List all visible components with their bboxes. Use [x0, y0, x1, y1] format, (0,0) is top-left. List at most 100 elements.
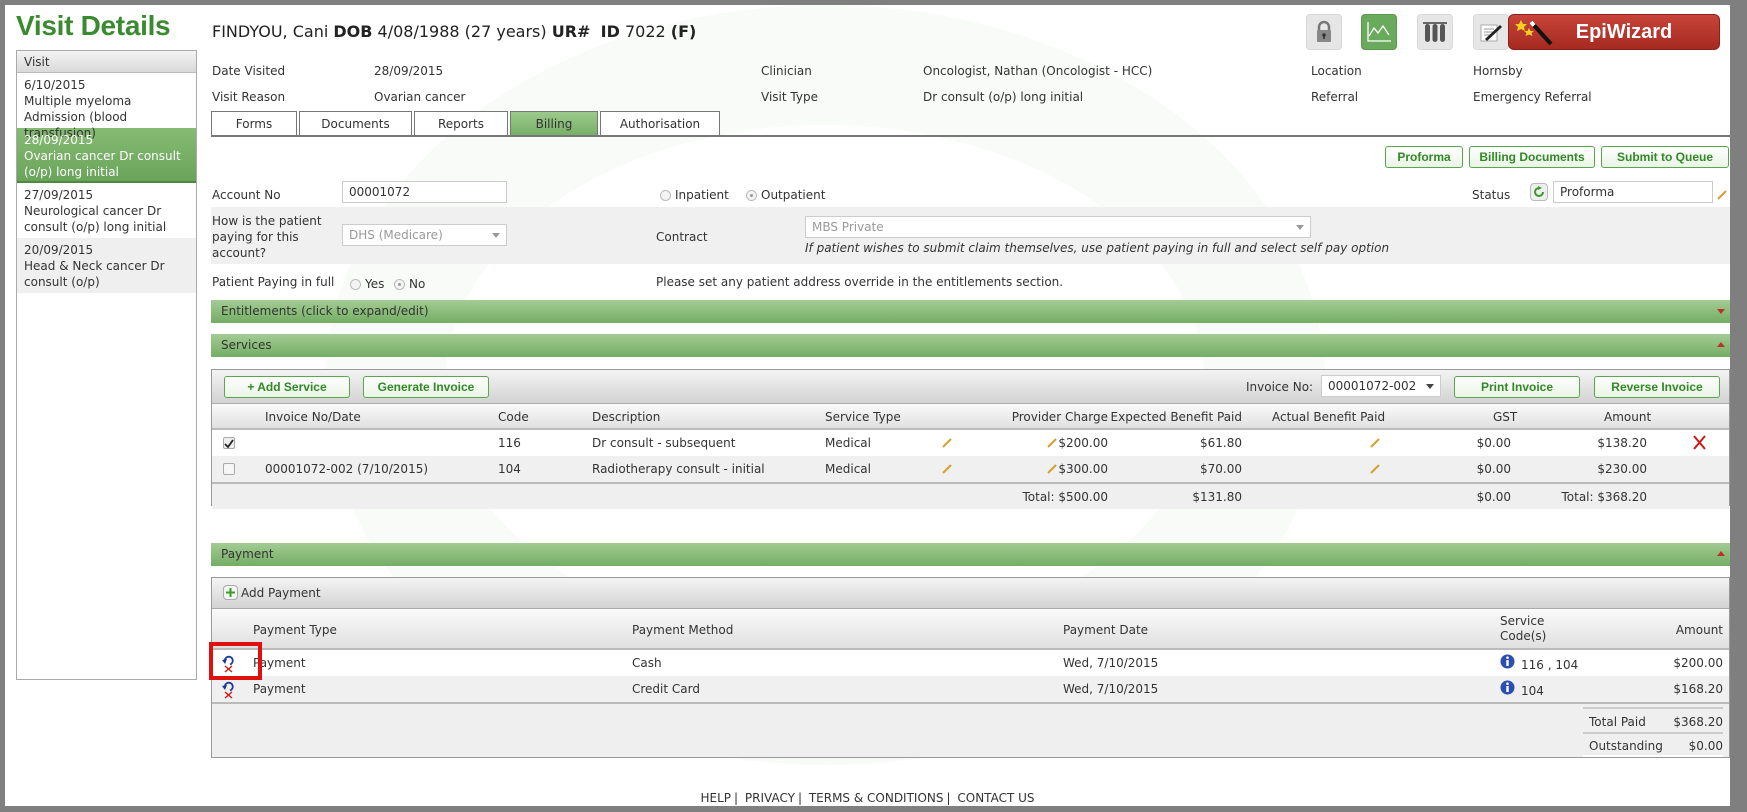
inpatient-radio[interactable]: Inpatient	[660, 188, 729, 202]
visit-type-value: Dr consult (o/p) long initial	[923, 90, 1084, 104]
service-gst: $0.00	[1476, 436, 1511, 450]
service-description: Radiotherapy consult - initial	[592, 462, 765, 476]
reverse-payment-icon[interactable]	[221, 681, 237, 699]
services-section-header[interactable]: Services	[211, 334, 1730, 357]
add-payment-label: Add Payment	[241, 585, 321, 600]
service-checkbox-checked[interactable]	[223, 437, 235, 449]
col-payment-amount: Amount	[1675, 623, 1723, 637]
status-input[interactable]: Proforma	[1553, 181, 1713, 203]
patient-header: FINDYOU, Cani DOB 4/08/1988 (27 years) U…	[212, 22, 696, 41]
lock-button[interactable]	[1306, 14, 1342, 50]
yes-radio-button[interactable]	[350, 279, 361, 290]
footer-link-privacy[interactable]: PRIVACY	[745, 791, 795, 805]
edit-pencil-icon[interactable]	[941, 437, 953, 449]
visit-list-item[interactable]: 27/09/2015 Neurological cancer Dr consul…	[17, 183, 196, 238]
footer-link-help[interactable]: HELP	[701, 791, 732, 805]
test-tubes-icon	[1423, 22, 1447, 42]
edit-pencil-icon[interactable]	[1046, 463, 1058, 475]
tab-documents[interactable]: Documents	[299, 111, 412, 135]
services-toolbar: + Add Service Generate Invoice Invoice N…	[212, 370, 1729, 404]
highlight-annotation	[209, 642, 262, 680]
info-icon[interactable]	[1500, 680, 1515, 695]
tab-billing[interactable]: Billing	[510, 111, 598, 135]
service-type: Medical	[825, 436, 871, 450]
generate-invoice-button[interactable]: Generate Invoice	[363, 376, 489, 398]
edit-pencil-icon[interactable]	[1369, 437, 1381, 449]
col-service-type: Service Type	[825, 410, 901, 424]
footer-link-terms[interactable]: TERMS & CONDITIONS	[809, 791, 944, 805]
edit-pencil-icon[interactable]	[941, 463, 953, 475]
date-visited-label: Date Visited	[212, 64, 286, 78]
no-label: No	[409, 277, 426, 291]
visit-list-item[interactable]: 6/10/2015 Multiple myeloma Admission (bl…	[17, 73, 196, 140]
col-amount: Amount	[1604, 410, 1652, 424]
edit-pencil-icon[interactable]	[1046, 437, 1058, 449]
footer-link-contact[interactable]: CONTACT US	[957, 791, 1034, 805]
account-no-input[interactable]: 00001072	[342, 181, 507, 203]
visit-desc: Head & Neck cancer Dr consult (o/p)	[24, 259, 165, 289]
invoice-no-label: Invoice No:	[1246, 380, 1314, 394]
edit-status-icon[interactable]	[1716, 189, 1728, 201]
expand-icon	[1717, 309, 1725, 314]
paying-full-no[interactable]: No	[394, 277, 425, 291]
refresh-status-button[interactable]	[1530, 183, 1548, 201]
total-amount: Total: $368.20	[1561, 490, 1647, 504]
outpatient-radio-button[interactable]	[746, 190, 757, 201]
print-invoice-button[interactable]: Print Invoice	[1454, 376, 1580, 398]
col-payment-type: Payment Type	[253, 623, 337, 637]
status-label: Status	[1472, 188, 1511, 202]
footer: HELP | PRIVACY | TERMS & CONDITIONS | CONTA…	[700, 791, 1035, 805]
paying-select[interactable]: DHS (Medicare)	[342, 224, 507, 246]
chart-button[interactable]	[1361, 14, 1397, 50]
visit-list-item-selected[interactable]: 28/09/2015 Ovarian cancer Dr consult (o/…	[17, 128, 196, 183]
entitlements-section-header[interactable]: Entitlements (click to expand/edit)	[211, 300, 1730, 323]
submit-to-queue-button[interactable]: Submit to Queue	[1601, 146, 1729, 168]
payment-method: Credit Card	[632, 682, 700, 696]
payment-section-header[interactable]: Payment	[211, 543, 1730, 566]
edit-pencil-icon[interactable]	[1369, 463, 1381, 475]
outstanding-row: Outstanding $0.00	[1583, 732, 1723, 757]
address-override-note: Please set any patient address override …	[656, 275, 1064, 289]
location-value: Hornsby	[1473, 64, 1523, 78]
refresh-icon	[1534, 186, 1544, 197]
chevron-down-icon	[1296, 225, 1304, 230]
notes-button[interactable]	[1473, 14, 1509, 50]
payment-date: Wed, 7/10/2015	[1063, 682, 1159, 696]
outpatient-radio[interactable]: Outpatient	[746, 188, 825, 202]
visit-list-header: Visit	[17, 51, 196, 73]
payment-date: Wed, 7/10/2015	[1063, 656, 1159, 670]
billing-documents-button[interactable]: Billing Documents	[1469, 146, 1595, 168]
delete-x-icon[interactable]	[1692, 435, 1707, 450]
payment-method: Cash	[632, 656, 662, 670]
info-icon[interactable]	[1500, 654, 1515, 669]
tab-authorisation[interactable]: Authorisation	[600, 111, 720, 135]
paying-label: How is the patient paying for this accou…	[212, 214, 322, 260]
total-gst: $0.00	[1476, 490, 1511, 504]
service-type: Medical	[825, 462, 871, 476]
payment-row: Payment Credit Card Wed, 7/10/2015 104 $…	[212, 676, 1729, 702]
paying-full-yes[interactable]: Yes	[350, 277, 384, 291]
reverse-invoice-button[interactable]: Reverse Invoice	[1594, 376, 1720, 398]
invoice-no-select[interactable]: 00001072-002	[1321, 375, 1441, 397]
service-checkbox[interactable]	[223, 463, 235, 475]
visit-list-item[interactable]: 20/09/2015 Head & Neck cancer Dr consult…	[17, 238, 196, 293]
paying-full-label: Patient Paying in full	[212, 275, 335, 289]
col-invoice: Invoice No/Date	[265, 410, 361, 424]
contract-select[interactable]: MBS Private	[805, 216, 1311, 238]
inpatient-radio-button[interactable]	[660, 190, 671, 201]
no-radio-button[interactable]	[394, 279, 405, 290]
service-code: 116	[498, 436, 521, 450]
tests-button[interactable]	[1417, 14, 1453, 50]
outstanding-label: Outstanding	[1589, 739, 1663, 753]
services-totals-row: Total: $500.00 $131.80 $0.00 Total: $368…	[212, 482, 1729, 509]
tab-reports[interactable]: Reports	[414, 111, 508, 135]
clinician-value: Oncologist, Nathan (Oncologist - HCC)	[923, 64, 1153, 78]
services-table: + Add Service Generate Invoice Invoice N…	[211, 369, 1730, 509]
visit-date: 20/09/2015	[24, 243, 94, 257]
payment-totals: Total Paid $368.20 Outstanding $0.00	[212, 702, 1729, 757]
proforma-button[interactable]: Proforma	[1385, 146, 1463, 168]
tab-forms[interactable]: Forms	[211, 111, 297, 135]
epiwizard-button[interactable]: EpiWizard	[1508, 14, 1720, 50]
add-payment-button[interactable]: Add Payment	[223, 585, 321, 600]
add-service-button[interactable]: + Add Service	[224, 376, 350, 398]
